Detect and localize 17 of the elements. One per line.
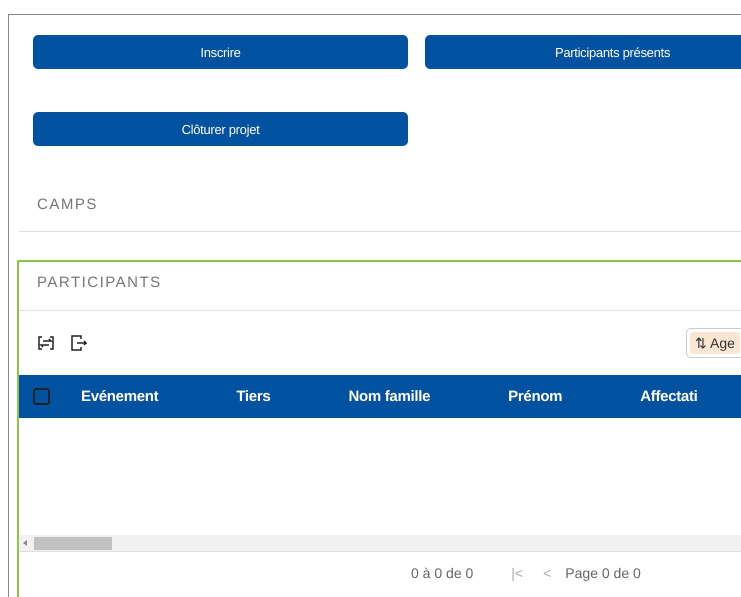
column-header[interactable]: Prénom: [508, 388, 562, 405]
section-title: CAMPS: [37, 196, 99, 213]
swap-icon[interactable]: [37, 334, 55, 352]
page-indicator: Page 0 de 0: [565, 565, 641, 581]
action-button[interactable]: Participants présents: [425, 35, 741, 69]
column-header[interactable]: Affectati: [640, 388, 698, 405]
record-range: 0 à 0 de 0: [411, 565, 474, 581]
scrollbar-thumb[interactable]: [34, 536, 112, 550]
select-all-checkbox[interactable]: [33, 388, 50, 405]
action-button[interactable]: Clôturer projet: [33, 112, 408, 146]
export-icon[interactable]: [69, 334, 87, 352]
column-header[interactable]: Evénement: [81, 388, 158, 405]
column-header[interactable]: Nom famille: [348, 388, 430, 405]
action-button[interactable]: Inscrire: [33, 35, 408, 69]
column-header[interactable]: Tiers: [236, 388, 270, 405]
section-title: PARTICIPANTS: [37, 274, 162, 291]
scroll-left-icon[interactable]: [23, 540, 27, 546]
